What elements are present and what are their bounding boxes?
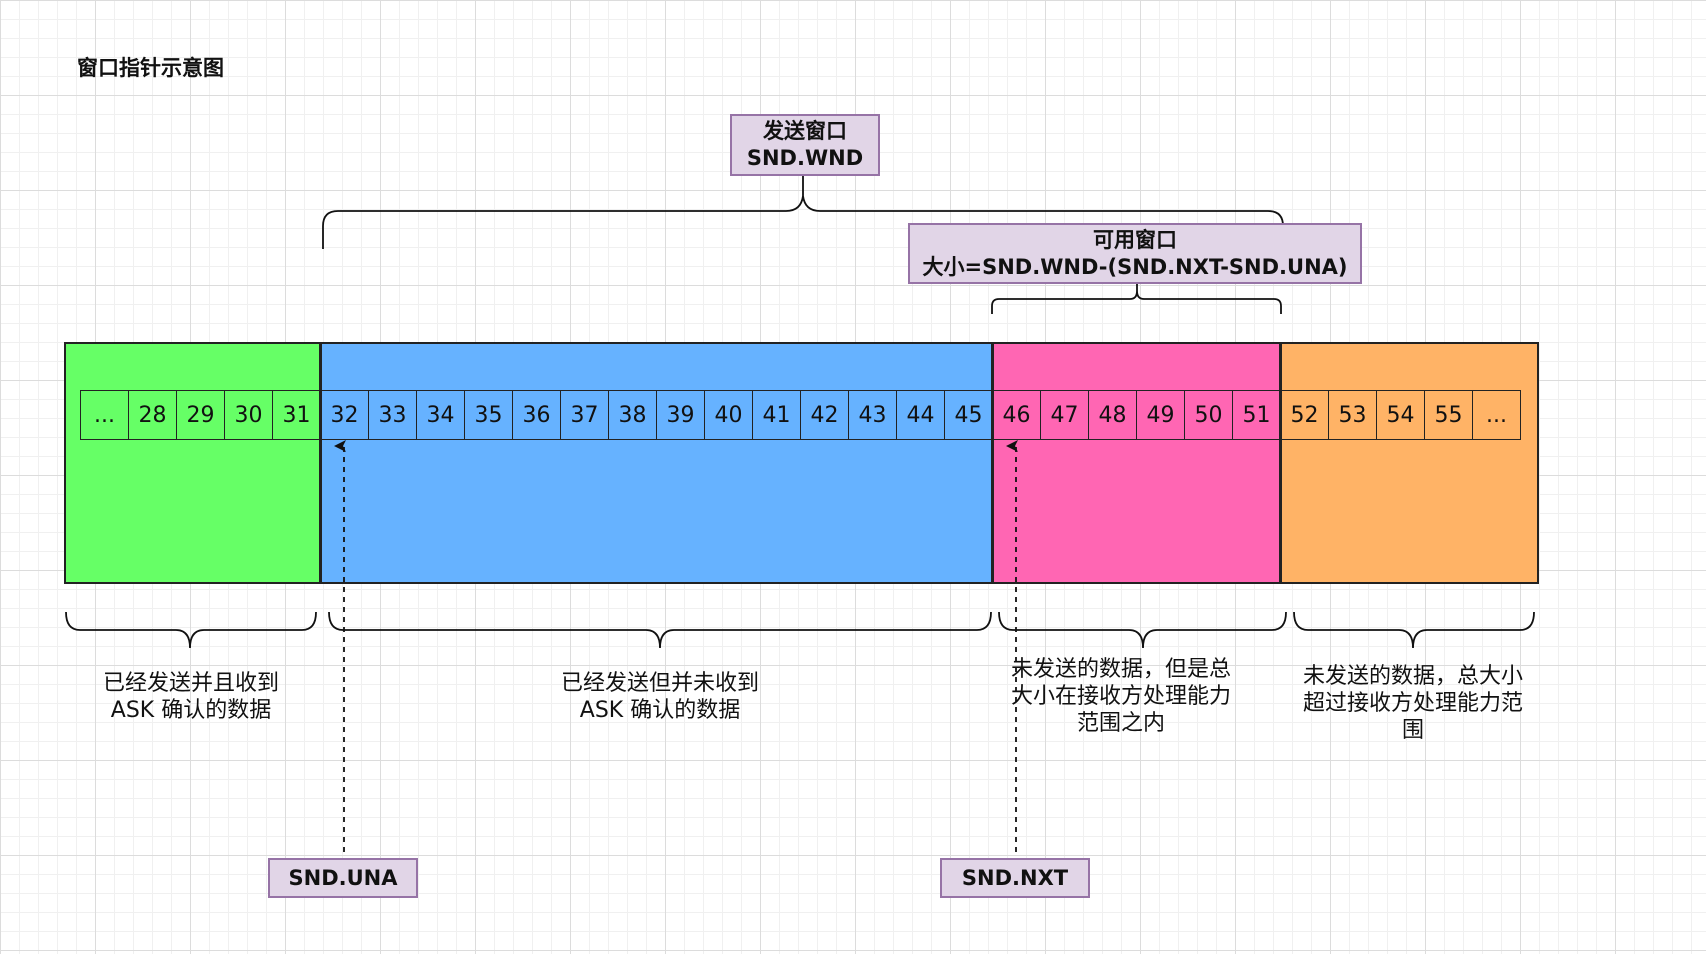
snd-una-label-text: SND.UNA	[288, 865, 398, 890]
unacked-brace	[328, 611, 992, 649]
send-window-label: 发送窗口 SND.WND	[730, 114, 880, 176]
acked-description-line1: 已经发送并且收到	[102, 671, 279, 696]
unacked-description-line1: 已经发送但并未收到	[560, 671, 759, 696]
outside-description-line3: 围	[1401, 718, 1424, 743]
usable-brace	[998, 611, 1287, 649]
snd-nxt-label: SND.NXT	[940, 858, 1090, 898]
page-title: 窗口指针示意图	[77, 56, 224, 80]
usable-description-line2: 大小在接收方处理能力	[1010, 684, 1231, 709]
acked-brace	[65, 611, 317, 649]
usable-description: 未发送的数据，但是总 大小在接收方处理能力 范围之内	[992, 656, 1250, 737]
send-window-label-line1: 发送窗口	[763, 119, 847, 143]
usable-description-line1: 未发送的数据，但是总	[1010, 657, 1231, 682]
usable-description-line3: 范围之内	[1076, 711, 1165, 736]
acked-description-line2: ASK 确认的数据	[110, 698, 272, 723]
unacked-description: 已经发送但并未收到 ASK 确认的数据	[510, 670, 810, 724]
unacked-description-line2: ASK 确认的数据	[579, 698, 741, 723]
acked-description: 已经发送并且收到 ASK 确认的数据	[66, 670, 316, 724]
outside-description-line1: 未发送的数据，总大小	[1302, 664, 1523, 689]
send-window-label-line2: SND.WND	[746, 146, 864, 170]
outside-description: 未发送的数据，总大小 超过接收方处理能力范 围	[1284, 663, 1542, 744]
usable-window-label-line2: 大小=SND.WND-(SND.NXT-SND.UNA)	[922, 254, 1348, 279]
snd-nxt-label-text: SND.NXT	[961, 865, 1069, 890]
snd-una-label: SND.UNA	[268, 858, 418, 898]
usable-window-label-line1: 可用窗口	[1093, 227, 1177, 252]
outside-description-line2: 超过接收方处理能力范	[1302, 691, 1523, 716]
usable-window-label: 可用窗口 大小=SND.WND-(SND.NXT-SND.UNA)	[908, 223, 1362, 284]
usable-window-brace	[991, 283, 1282, 314]
outside-brace	[1293, 611, 1535, 649]
